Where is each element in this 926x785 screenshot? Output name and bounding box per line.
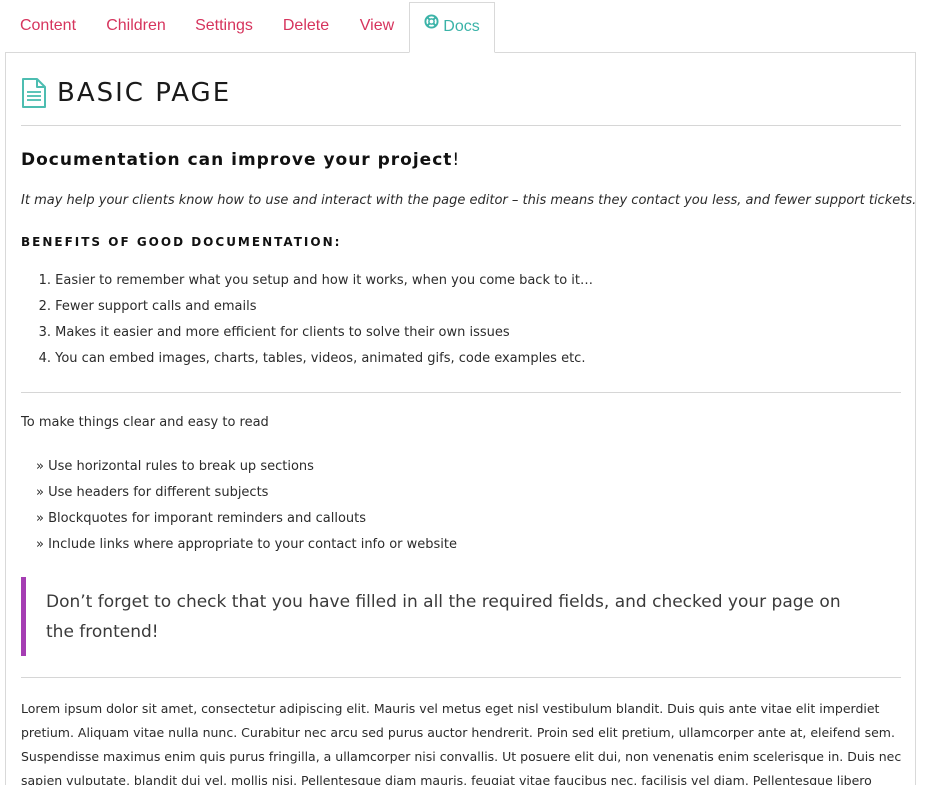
list-item: » Blockquotes for imporant reminders and… (36, 511, 367, 526)
list-item-number: 4. (38, 351, 51, 366)
reminder-blockquote: Don’t forget to check that you have fill… (21, 577, 866, 656)
list-item: » Use horizontal rules to break up secti… (36, 459, 314, 474)
lorem-paragraph: Lorem ipsum dolor sit amet, consectetur … (21, 701, 902, 785)
docs-heading-suffix: ! (452, 150, 461, 170)
list-item: » Use headers for different subjects (36, 485, 269, 500)
tab-docs-label: Docs (443, 18, 480, 36)
list-item-number: 2. (38, 299, 51, 314)
list-item-number: 3. (38, 325, 51, 340)
list-item-text: Fewer support calls and emails (55, 299, 257, 314)
tab-docs[interactable]: Docs (409, 2, 495, 53)
list-item: 1. Easier to remember what you setup and… (21, 269, 593, 295)
tab-bar: Content Children Settings Delete View Do… (5, 0, 916, 53)
tab-settings[interactable]: Settings (181, 0, 267, 52)
tab-children[interactable]: Children (91, 0, 181, 52)
docs-intro: It may help your clients know how to use… (21, 193, 917, 208)
list-item-text: Makes it easier and more efficient for c… (55, 325, 510, 340)
list-item-number: 1. (38, 273, 51, 288)
tips-intro: To make things clear and easy to read (21, 415, 269, 430)
section-divider (21, 677, 901, 678)
benefits-list: 1. Easier to remember what you setup and… (21, 269, 593, 373)
document-icon (21, 78, 47, 108)
section-divider (21, 392, 901, 393)
list-item-text: Easier to remember what you setup and ho… (55, 273, 594, 288)
lifebuoy-icon (424, 1, 439, 49)
page-header: BASIC PAGE (21, 77, 231, 109)
list-item: 2. Fewer support calls and emails (21, 295, 593, 321)
list-item: 3. Makes it easier and more efficient fo… (21, 321, 593, 347)
benefits-heading: BENEFITS OF GOOD DOCUMENTATION: (21, 235, 342, 249)
header-divider (21, 125, 901, 126)
list-item: 4. You can embed images, charts, tables,… (21, 347, 593, 373)
list-item: » Include links where appropriate to you… (36, 537, 458, 552)
docs-panel: BASIC PAGE Documentation can improve you… (5, 52, 916, 785)
list-item-text: You can embed images, charts, tables, vi… (55, 351, 586, 366)
tab-content[interactable]: Content (5, 0, 91, 52)
tab-view[interactable]: View (345, 0, 409, 52)
page-title: BASIC PAGE (57, 78, 232, 108)
tab-delete[interactable]: Delete (267, 0, 345, 52)
tips-list: » Use horizontal rules to break up secti… (36, 455, 457, 559)
docs-heading-text: Documentation can improve your project (21, 150, 453, 170)
docs-heading: Documentation can improve your project! (21, 150, 460, 170)
